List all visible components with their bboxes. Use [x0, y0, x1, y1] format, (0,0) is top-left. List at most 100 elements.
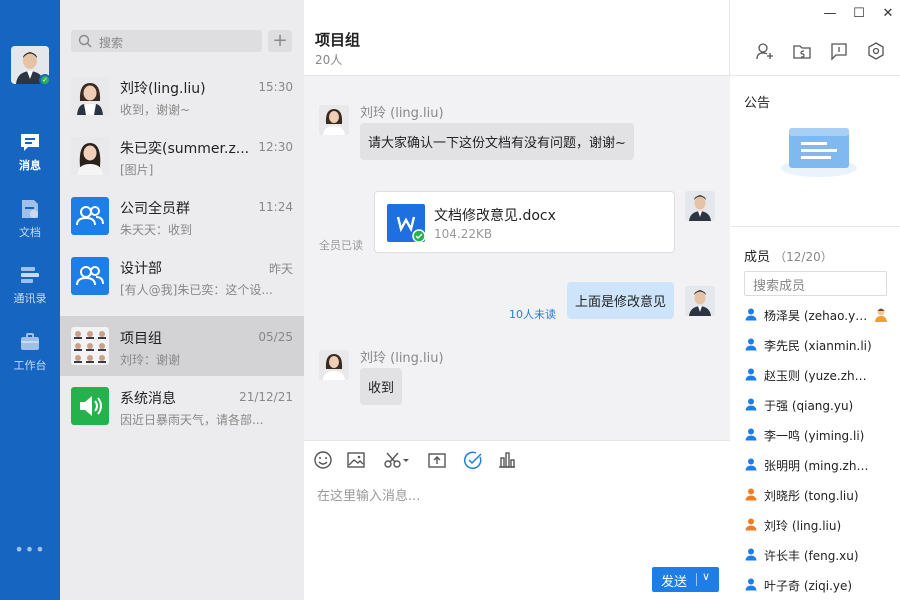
member-row[interactable]: 刘玲 (ling.liu)	[744, 515, 894, 535]
online-status-icon: ✓	[39, 74, 51, 86]
conversation-time: 21/12/21	[239, 390, 293, 404]
conversation-search-input[interactable]: 搜索	[71, 30, 262, 52]
task-check-icon[interactable]	[462, 449, 484, 471]
member-row[interactable]: 于强 (qiang.yu)	[744, 395, 894, 415]
nav-label: 文档	[19, 226, 41, 239]
nav-label: 消息	[19, 159, 41, 172]
avatar[interactable]	[685, 191, 715, 221]
more-menu-icon[interactable]: •••	[0, 540, 60, 559]
search-placeholder: 搜索	[99, 36, 124, 50]
avatar[interactable]	[319, 350, 349, 380]
send-label: 发送	[661, 575, 688, 590]
conversation-preview: [图片]	[120, 163, 154, 177]
member-row[interactable]: 许长丰 (feng.xu)	[744, 545, 894, 565]
group-info-panel: 公告 成员 （12/20） 搜索成员 杨泽昊 (zehao.ya... 李先民 (…	[731, 76, 900, 600]
avatar	[71, 137, 109, 175]
conversation-preview: 朱天天：收到	[120, 223, 193, 237]
avatar[interactable]	[685, 286, 715, 316]
conversation-time: 05/25	[258, 330, 293, 344]
announcement-icon[interactable]	[829, 41, 849, 61]
message-list[interactable]: 刘玲 (ling.liu) 请大家确认一下这份文档有没有问题，谢谢~ 全员已读 …	[304, 76, 730, 440]
read-status: 全员已读	[319, 239, 363, 252]
conversation-time: 12:30	[258, 140, 293, 154]
shared-files-icon[interactable]	[792, 41, 812, 61]
member-search-input[interactable]: 搜索成员	[744, 271, 887, 296]
word-document-icon	[387, 204, 426, 243]
minimize-button[interactable]: —	[822, 6, 838, 22]
person-icon	[745, 578, 757, 591]
panel-divider	[731, 226, 900, 227]
nav-item-messages[interactable]: 消息	[0, 131, 60, 187]
conversation-item[interactable]: 公司全员群 11:24 朱天天：收到	[60, 186, 304, 246]
empty-announcement-illustration	[781, 128, 857, 177]
nav-item-contacts[interactable]: 通讯录	[0, 264, 60, 320]
unread-count-status[interactable]: 10人未读	[509, 306, 556, 322]
member-name: 刘玲 (ling.liu)	[764, 519, 842, 533]
person-icon	[745, 548, 757, 561]
conversation-name: 朱已奕(summer.z...	[120, 141, 250, 157]
chat-bubble-icon	[21, 134, 39, 151]
conversation-item-selected[interactable]: 项目组 05/25 刘玲：谢谢	[60, 316, 304, 376]
nav-label: 通讯录	[13, 292, 47, 305]
nav-item-docs[interactable]: 文档	[0, 198, 60, 254]
message-bubble[interactable]: 请大家确认一下这份文档有没有问题，谢谢~	[360, 123, 634, 160]
screenshot-scissors-icon[interactable]	[382, 449, 412, 471]
person-icon	[745, 488, 757, 501]
member-row[interactable]: 张明明 (ming.zha...	[744, 455, 894, 475]
member-name: 杨泽昊 (zehao.ya...	[764, 309, 872, 323]
message-bubble[interactable]: 上面是修改意见	[567, 282, 675, 319]
member-name: 许长丰 (feng.xu)	[764, 549, 859, 563]
conversation-preview: 收到，谢谢~	[120, 103, 191, 117]
poll-chart-icon[interactable]	[496, 449, 518, 471]
conversation-time: 15:30	[258, 80, 293, 94]
message-input[interactable]: 在这里输入消息...	[317, 485, 420, 504]
member-row[interactable]: 杨泽昊 (zehao.ya...	[744, 305, 894, 325]
person-icon	[745, 398, 757, 411]
message-sender: 刘玲 (ling.liu)	[360, 351, 444, 366]
add-button[interactable]: +	[268, 30, 292, 52]
conversation-item[interactable]: 朱已奕(summer.z... 12:30 [图片]	[60, 126, 304, 186]
emoji-icon[interactable]	[312, 449, 334, 471]
announcement-title: 公告	[744, 96, 771, 111]
avatar	[71, 77, 109, 115]
member-row[interactable]: 叶子奇 (ziqi.ye)	[744, 575, 894, 595]
member-name: 叶子奇 (ziqi.ye)	[764, 579, 853, 593]
conversation-item[interactable]: 刘玲(ling.liu) 15:30 收到，谢谢~	[60, 66, 304, 126]
message-sender: 刘玲 (ling.liu)	[360, 106, 444, 121]
file-size: 104.22KB	[434, 227, 493, 241]
add-member-icon[interactable]	[755, 41, 775, 61]
member-name: 于强 (qiang.yu)	[764, 399, 854, 413]
conversation-item[interactable]: 系统消息 21/12/21 因近日暴雨天气，请各部...	[60, 376, 304, 436]
member-row[interactable]: 李先民 (xianmin.li)	[744, 335, 894, 355]
briefcase-icon	[21, 333, 39, 350]
close-button[interactable]: ✕	[880, 6, 896, 22]
maximize-button[interactable]: ☐	[851, 6, 867, 22]
members-count: （12/20）	[774, 250, 833, 264]
chat-title: 项目组	[315, 31, 361, 49]
conversation-name: 刘玲(ling.liu)	[120, 81, 206, 97]
conversation-time: 昨天	[268, 262, 293, 276]
conversation-list: 搜索 + 刘玲(ling.liu) 15:30 收到，谢谢~ 朱已奕(summe…	[60, 0, 304, 600]
message-bubble[interactable]: 收到	[360, 368, 403, 405]
send-options-chevron-icon[interactable]: ∨	[702, 570, 710, 583]
send-button[interactable]: 发送 ∨	[652, 567, 719, 592]
search-icon	[78, 34, 92, 48]
nav-item-workbench[interactable]: 工作台	[0, 331, 60, 387]
settings-hexagon-icon[interactable]	[866, 41, 886, 61]
member-row[interactable]: 李一鸣 (yiming.li)	[744, 425, 894, 445]
file-attachment-card[interactable]: 文档修改意见.docx 104.22KB	[374, 191, 675, 253]
member-name: 李一鸣 (yiming.li)	[764, 429, 865, 443]
person-icon	[745, 458, 757, 471]
image-icon[interactable]	[345, 449, 367, 471]
avatar[interactable]	[319, 105, 349, 135]
conversation-preview: 因近日暴雨天气，请各部...	[120, 413, 264, 427]
group-icon	[71, 197, 109, 235]
speaker-icon	[71, 387, 109, 425]
conversation-time: 11:24	[258, 200, 293, 214]
members-title: 成员 （12/20）	[744, 246, 833, 265]
upload-file-icon[interactable]	[426, 449, 448, 471]
member-row[interactable]: 刘晓彤 (tong.liu)	[744, 485, 894, 505]
conversation-item[interactable]: 设计部 昨天 [有人@我]朱已奕：这个设...	[60, 246, 304, 306]
member-row[interactable]: 赵玉则 (yuze.zhao)	[744, 365, 894, 385]
send-divider	[696, 573, 697, 586]
